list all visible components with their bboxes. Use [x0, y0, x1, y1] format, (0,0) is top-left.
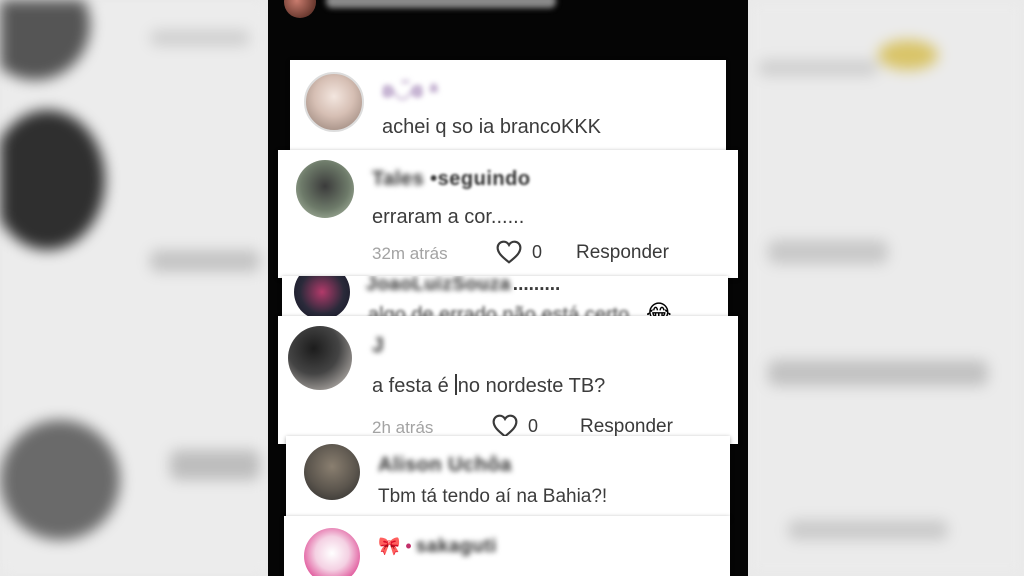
comment-username[interactable]: JoaoLuizSouza [366, 276, 511, 296]
like-button[interactable]: 0 [492, 414, 538, 438]
comment-time: 32m atrás [372, 244, 448, 263]
comment-avatar[interactable] [304, 72, 364, 132]
comment-time: 2h atrás [372, 418, 434, 437]
comment-username[interactable]: sakaguti [416, 536, 497, 558]
comment-card: Alison Uchôa Tbm tá tendo aí na Bahia?! [286, 436, 730, 520]
heart-outline-icon[interactable] [496, 240, 522, 264]
text-cursor [455, 374, 457, 395]
reply-button[interactable]: Responder [580, 416, 673, 438]
blurred-avatar [0, 110, 105, 250]
blurred-avatar [0, 0, 90, 80]
like-count: 0 [532, 241, 543, 262]
profile-name-blurred [326, 0, 556, 8]
profile-header [268, 0, 748, 24]
comment-card: Tales •seguindo erraram a cor...... 32m … [278, 150, 738, 278]
comment-card: 🎀 • sakaguti [284, 516, 730, 576]
comment-card: ʚ◡̈ɞ ᵃ achei q so ia brancoKKK [290, 60, 726, 156]
comment-username[interactable]: ʚ◡̈ɞ ᵃ [382, 78, 438, 103]
comment-header: JoaoLuizSouza ......... [366, 276, 560, 296]
blurred-avatar [0, 420, 120, 540]
comment-avatar[interactable] [304, 444, 360, 500]
comment-avatar[interactable] [288, 326, 352, 390]
ribbon-icon: 🎀 • [378, 536, 412, 556]
comment-text: erraram a cor...... [372, 206, 525, 228]
comment-text: achei q so ia brancoKKK [382, 116, 602, 138]
blurred-text [758, 60, 878, 76]
following-badge: •seguindo [430, 168, 531, 190]
heart-outline-icon[interactable] [492, 414, 518, 438]
comment-username-suffix: ......... [512, 276, 561, 295]
profile-avatar[interactable] [284, 0, 316, 18]
comment-text-part: a festa é [372, 375, 455, 397]
blurred-text [150, 30, 250, 46]
phone-screen: ʚ◡̈ɞ ᵃ achei q so ia brancoKKK Tales •se… [268, 0, 748, 576]
blurred-background-left [0, 0, 268, 576]
comment-card: J a festa é no nordeste TB? 2h atrás 0 R… [278, 316, 738, 444]
comment-header: Tales •seguindo [372, 168, 531, 191]
comment-avatar[interactable] [296, 160, 354, 218]
reply-button[interactable]: Responder [576, 242, 669, 264]
comment-username[interactable]: Tales [372, 168, 424, 191]
comment-text: a festa é no nordeste TB? [372, 374, 605, 398]
comment-username[interactable]: J [372, 334, 384, 358]
comment-text: Tbm tá tendo aí na Bahia?! [378, 486, 608, 507]
blurred-text [150, 250, 260, 272]
blurred-text [788, 520, 948, 540]
blurred-text [768, 360, 988, 386]
blurred-text [170, 450, 260, 480]
comment-avatar[interactable] [304, 528, 360, 576]
comment-text-part: no nordeste TB? [457, 375, 606, 397]
comment-header: 🎀 • sakaguti [378, 536, 497, 558]
like-button[interactable]: 0 [496, 240, 542, 264]
like-count: 0 [528, 415, 539, 436]
comment-card: JoaoLuizSouza ......... algo de errado n… [282, 276, 728, 320]
comment-username[interactable]: Alison Uchôa [378, 454, 512, 477]
blurred-badge [878, 40, 938, 70]
blurred-background-right [748, 0, 1024, 576]
comment-avatar[interactable] [294, 276, 350, 320]
blurred-text [768, 240, 888, 264]
